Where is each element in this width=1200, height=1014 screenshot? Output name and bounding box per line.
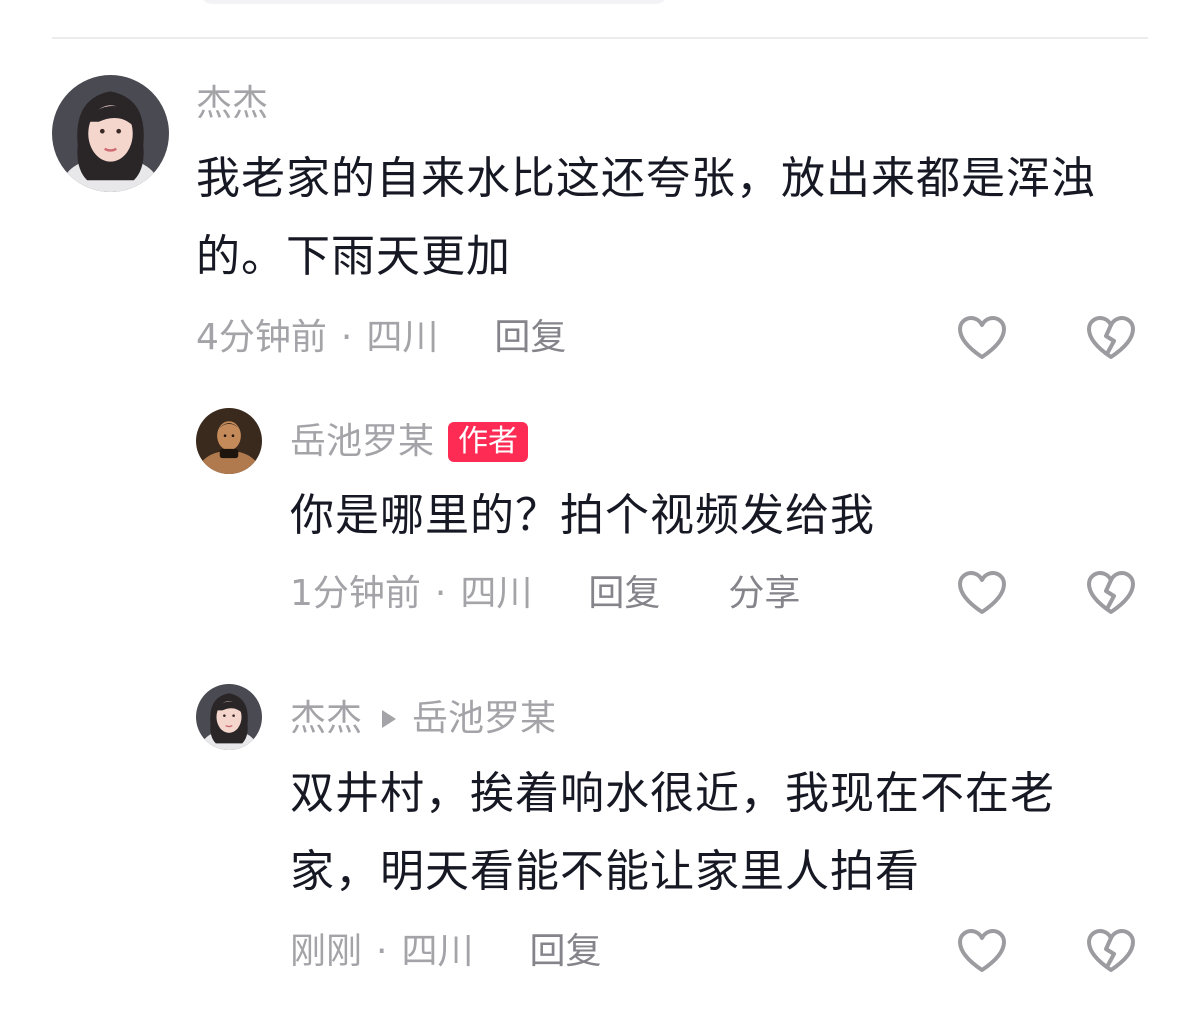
- reply-button[interactable]: 回复: [494, 318, 566, 358]
- heart-outline-icon[interactable]: [957, 570, 1007, 616]
- comment-time: 刚刚: [290, 931, 363, 972]
- reply-button[interactable]: 回复: [588, 574, 660, 614]
- comment-location: 四川: [460, 573, 533, 614]
- comment-time: 1分钟前: [290, 573, 421, 614]
- comment-username[interactable]: 杰杰: [290, 699, 362, 739]
- reply-arrow-icon: [382, 710, 397, 728]
- author-badge: 作者: [448, 422, 529, 462]
- comment-location: 四川: [401, 931, 474, 972]
- broken-heart-icon[interactable]: [1086, 315, 1136, 361]
- comment-username[interactable]: 杰杰: [196, 84, 268, 124]
- comment-thread: 杰杰 我老家的自来水比这还夸张，放出来都是浑浊的。下雨天更加 4分钟前 · 四川…: [0, 0, 1200, 1014]
- comment-text: 你是哪里的？拍个视频发给我: [290, 490, 875, 541]
- comment-text: 我老家的自来水比这还夸张，放出来都是浑浊的。下雨天更加: [196, 153, 1096, 282]
- comment-text: 双井村，挨着响水很近，我现在不在老家，明天看能不能让家里人拍看: [290, 768, 1055, 897]
- heart-outline-icon[interactable]: [957, 928, 1007, 974]
- divider: [52, 37, 1148, 39]
- share-button[interactable]: 分享: [728, 574, 800, 614]
- comment-meta: 1分钟前 · 四川 回复 分享: [290, 574, 800, 614]
- avatar[interactable]: [196, 408, 262, 474]
- comment-location: 四川: [366, 317, 439, 358]
- broken-heart-icon[interactable]: [1086, 570, 1136, 616]
- comment-header: 杰杰 岳池罗某: [290, 697, 556, 741]
- heart-outline-icon[interactable]: [957, 315, 1007, 361]
- broken-heart-icon[interactable]: [1086, 928, 1136, 974]
- comment-meta: 4分钟前 · 四川 回复: [196, 318, 566, 358]
- reply-to-username[interactable]: 岳池罗某: [412, 699, 556, 739]
- avatar[interactable]: [52, 75, 169, 192]
- meta-separator: ·: [434, 573, 447, 614]
- meta-separator: ·: [376, 931, 388, 972]
- comment-header: 岳池罗某 作者: [290, 420, 529, 464]
- comment-username[interactable]: 岳池罗某: [290, 422, 434, 462]
- avatar[interactable]: [196, 684, 262, 750]
- meta-separator: ·: [340, 317, 353, 358]
- reply-button[interactable]: 回复: [529, 932, 601, 972]
- comment-time: 4分钟前: [196, 317, 327, 358]
- comment-meta: 刚刚 · 四川 回复: [290, 932, 602, 972]
- top-input-bar[interactable]: [200, 0, 668, 4]
